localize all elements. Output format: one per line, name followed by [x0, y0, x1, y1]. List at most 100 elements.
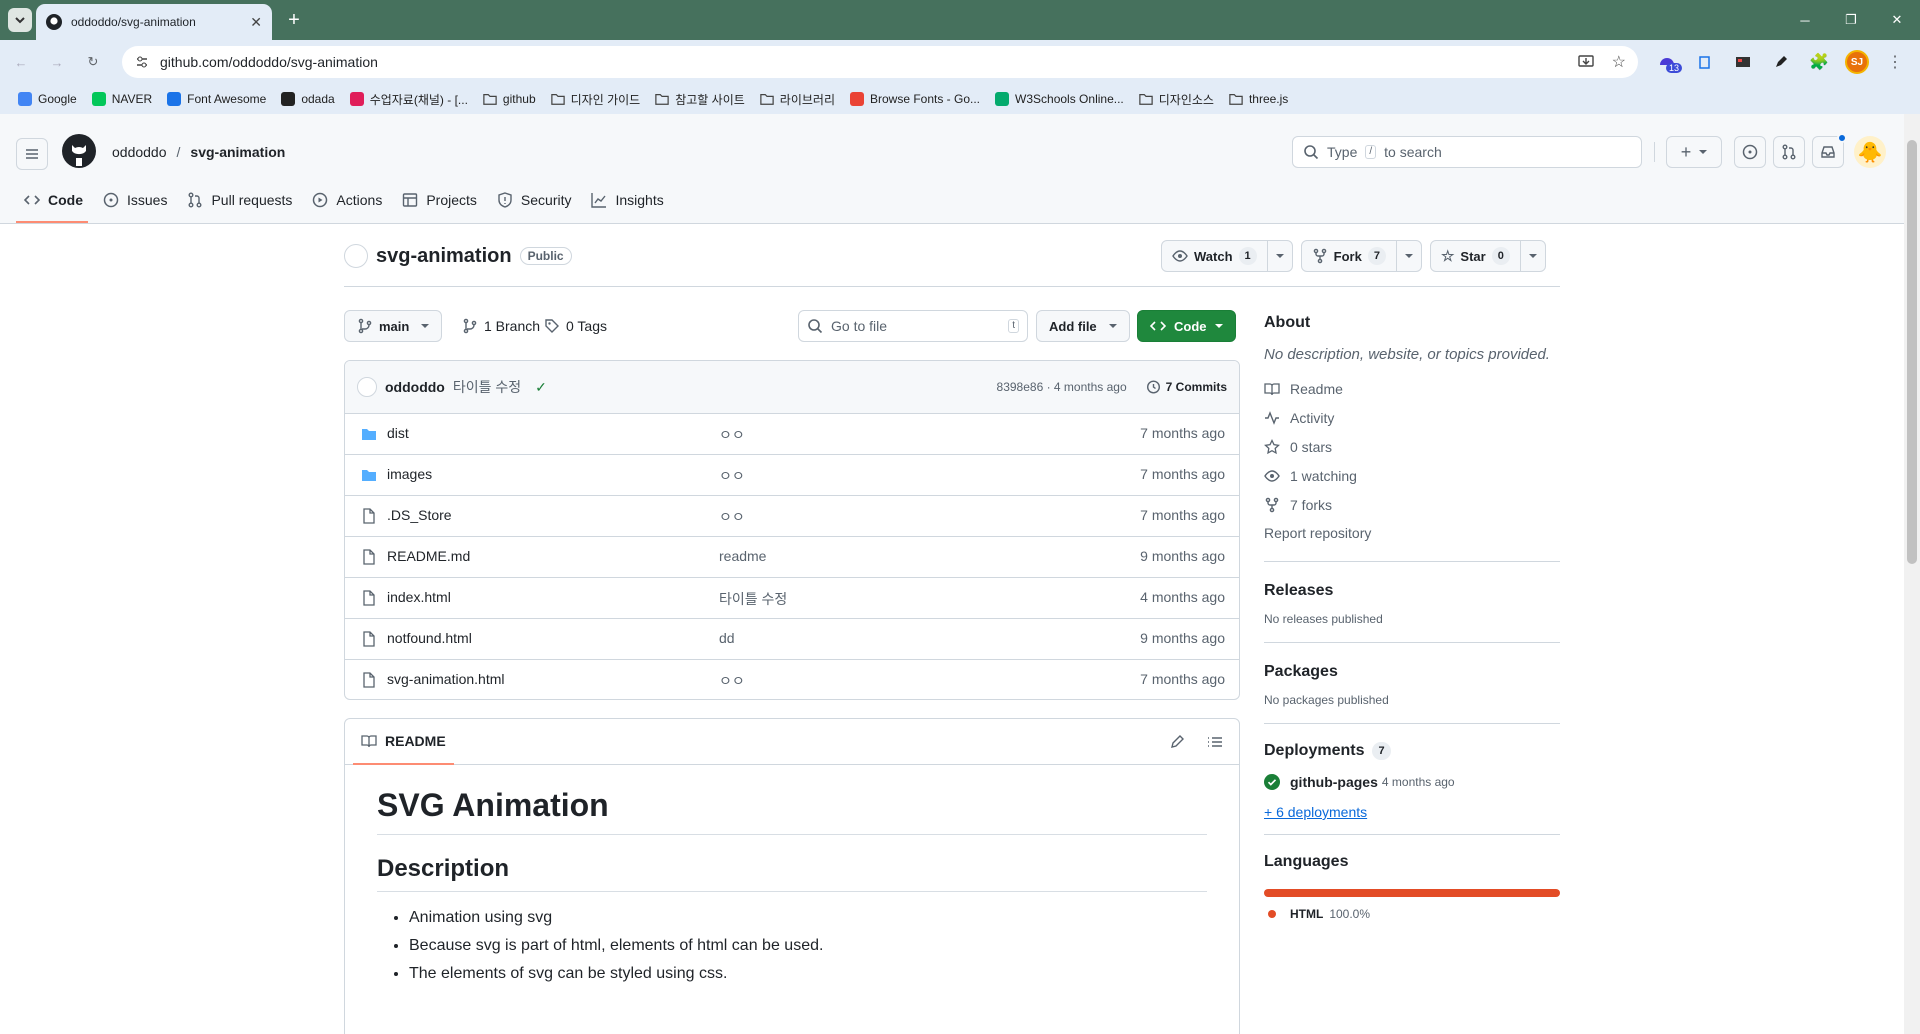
commit-author[interactable]: oddoddo — [385, 379, 445, 395]
bookmark-item[interactable]: Font Awesome — [161, 87, 272, 111]
create-new-button[interactable]: + — [1666, 136, 1722, 168]
file-row[interactable]: svg-animation.html ㅇㅇ 7 months ago — [345, 659, 1239, 699]
readme-tab[interactable]: README — [353, 719, 454, 765]
deployment-item[interactable]: github-pages 4 months ago — [1264, 774, 1560, 790]
close-window-button[interactable]: ✕ — [1874, 0, 1920, 40]
bookmark-item[interactable]: NAVER — [86, 87, 158, 111]
bookmark-star-icon[interactable]: ☆ — [1612, 52, 1626, 72]
bookmark-item[interactable]: 디자인 가이드 — [545, 87, 647, 111]
issues-button[interactable] — [1734, 136, 1766, 168]
outline-list-icon[interactable] — [1207, 734, 1223, 750]
watch-dropdown[interactable] — [1266, 241, 1292, 271]
file-row[interactable]: index.html 타이틀 수정 4 months ago — [345, 577, 1239, 618]
bookmark-item[interactable]: 수업자료(채널) - [... — [344, 87, 474, 111]
bookmark-item[interactable]: three.js — [1223, 87, 1294, 111]
browser-tab[interactable]: oddoddo/svg-animation ✕ — [36, 4, 272, 40]
tab-issues[interactable]: Issues — [95, 176, 175, 224]
close-tab-icon[interactable]: ✕ — [250, 14, 262, 31]
file-commit-message[interactable]: ㅇㅇ — [719, 466, 745, 486]
file-row[interactable]: .DS_Store ㅇㅇ 7 months ago — [345, 495, 1239, 536]
file-commit-message[interactable]: readme — [719, 548, 766, 564]
file-commit-message[interactable]: ㅇㅇ — [719, 507, 745, 527]
restore-button[interactable]: ❐ — [1828, 0, 1874, 40]
about-link[interactable]: Activity — [1264, 406, 1560, 430]
bookmark-item[interactable]: 디자인소스 — [1133, 87, 1220, 111]
releases-title[interactable]: Releases — [1264, 582, 1560, 600]
tab-projects[interactable]: Projects — [394, 176, 485, 224]
file-name[interactable]: notfound.html — [387, 630, 472, 646]
fork-button[interactable]: Fork 7 — [1302, 247, 1396, 265]
bookmark-item[interactable]: github — [477, 87, 542, 111]
file-row[interactable]: README.md readme 9 months ago — [345, 536, 1239, 577]
file-row[interactable]: images ㅇㅇ 7 months ago — [345, 454, 1239, 495]
file-row[interactable]: dist ㅇㅇ 7 months ago — [345, 413, 1239, 454]
code-button[interactable]: Code — [1137, 310, 1236, 342]
file-commit-message[interactable]: 타이틀 수정 — [719, 589, 787, 609]
file-name[interactable]: svg-animation.html — [387, 671, 505, 687]
tab-insights[interactable]: Insights — [583, 176, 671, 224]
github-logo-icon[interactable] — [62, 134, 96, 168]
more-deployments-link[interactable]: + 6 deployments — [1264, 804, 1560, 820]
profile-button[interactable]: SJ — [1842, 47, 1872, 77]
search-input[interactable]: Type / to search — [1292, 136, 1642, 168]
fork-dropdown[interactable] — [1395, 241, 1421, 271]
minimize-button[interactable]: ─ — [1782, 0, 1828, 40]
bookmark-item[interactable]: odada — [275, 87, 340, 111]
commit-hash-time[interactable]: 8398e86 · 4 months ago — [997, 380, 1127, 394]
browser-menu-button[interactable]: ⋮ — [1880, 47, 1910, 77]
about-link[interactable]: 7 forks — [1264, 493, 1560, 517]
about-link[interactable]: 1 watching — [1264, 464, 1560, 488]
about-link[interactable]: 0 stars — [1264, 435, 1560, 459]
extensions-menu-button[interactable]: 🧩 — [1804, 47, 1834, 77]
install-app-icon[interactable] — [1577, 54, 1594, 70]
star-button[interactable]: ☆ Star 0 — [1431, 247, 1520, 265]
go-to-file-input[interactable]: Go to file t — [798, 310, 1028, 342]
file-name[interactable]: README.md — [387, 548, 470, 564]
menu-button[interactable] — [16, 138, 48, 170]
owner-link[interactable]: oddoddo — [112, 144, 167, 160]
tab-pull-requests[interactable]: Pull requests — [179, 176, 300, 224]
user-avatar[interactable]: 🐥 — [1854, 136, 1886, 168]
extension-button[interactable]: 13 — [1652, 47, 1683, 77]
bookmark-item[interactable]: Google — [12, 87, 83, 111]
file-commit-message[interactable]: dd — [719, 630, 735, 646]
file-commit-message[interactable]: ㅇㅇ — [719, 671, 745, 691]
bookmark-item[interactable]: 라이브러리 — [754, 87, 841, 111]
packages-title[interactable]: Packages — [1264, 663, 1560, 681]
branch-select-button[interactable]: main — [344, 310, 443, 342]
bookmark-item[interactable]: W3Schools Online... — [989, 87, 1130, 111]
file-name[interactable]: images — [387, 466, 432, 482]
file-name[interactable]: .DS_Store — [387, 507, 452, 523]
extension-button[interactable] — [1728, 47, 1758, 77]
extension-button[interactable] — [1690, 47, 1720, 77]
tags-link[interactable]: 0 Tags — [544, 310, 607, 342]
commit-message[interactable]: 타이틀 수정 — [453, 377, 521, 397]
language-item[interactable]: HTML 100.0% — [1264, 907, 1560, 921]
tab-security[interactable]: Security — [489, 176, 580, 224]
about-link[interactable]: Readme — [1264, 377, 1560, 401]
scrollbar-thumb[interactable] — [1907, 140, 1917, 564]
address-bar[interactable]: github.com/oddoddo/svg-animation ☆ — [122, 46, 1638, 78]
bookmark-item[interactable]: 참고할 사이트 — [649, 87, 751, 111]
extension-button[interactable] — [1766, 47, 1796, 77]
tab-search-button[interactable] — [8, 8, 32, 32]
tab-code[interactable]: Code — [16, 176, 91, 224]
file-commit-message[interactable]: ㅇㅇ — [719, 425, 745, 445]
file-name[interactable]: dist — [387, 425, 409, 441]
inbox-button[interactable] — [1812, 133, 1847, 168]
commits-link[interactable]: 7 Commits — [1145, 379, 1227, 395]
star-dropdown[interactable] — [1519, 241, 1545, 271]
tab-actions[interactable]: Actions — [304, 176, 390, 224]
reload-button[interactable]: ↻ — [78, 47, 108, 77]
new-tab-button[interactable]: + — [282, 8, 306, 32]
watch-button[interactable]: Watch 1 — [1162, 247, 1267, 265]
bookmark-item[interactable]: Browse Fonts - Go... — [844, 87, 986, 111]
file-name[interactable]: index.html — [387, 589, 451, 605]
edit-pencil-icon[interactable] — [1169, 734, 1185, 750]
report-repository-link[interactable]: Report repository — [1264, 521, 1560, 545]
forward-button[interactable]: → — [42, 47, 72, 77]
add-file-button[interactable]: Add file — [1036, 310, 1130, 342]
pull-requests-button[interactable] — [1773, 136, 1805, 168]
file-row[interactable]: notfound.html dd 9 months ago — [345, 618, 1239, 659]
branches-link[interactable]: 1 Branch — [462, 310, 540, 342]
